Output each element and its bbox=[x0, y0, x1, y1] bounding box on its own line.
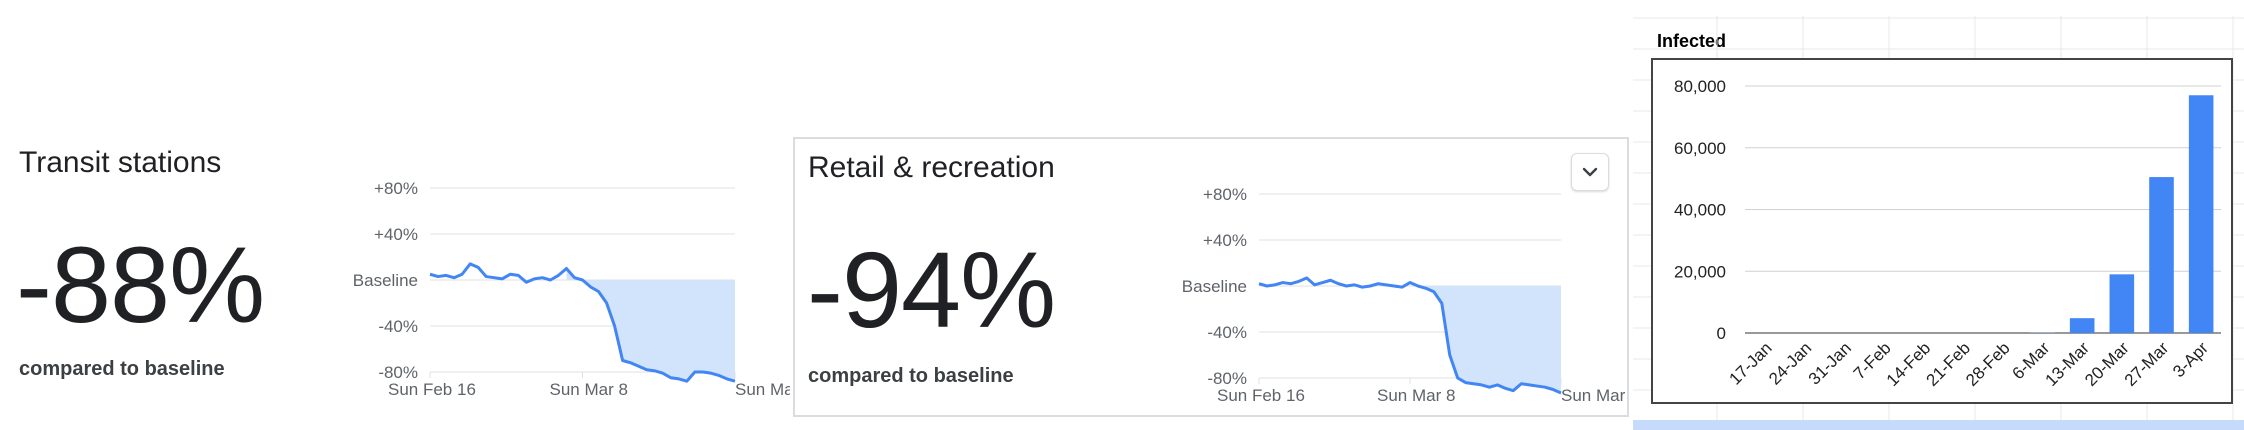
y-tick-label: 0 bbox=[1717, 324, 1726, 343]
x-tick-label: Sun Feb 16 bbox=[388, 380, 476, 399]
sheet-header-infected: Infected bbox=[1657, 31, 1726, 51]
retail-recreation-panel: Retail & recreation -94% compared to bas… bbox=[793, 137, 1629, 417]
y-tick-label: 80,000 bbox=[1674, 77, 1726, 96]
infected-bar-chart: Infected 80,00060,00040,00020,000017-Jan… bbox=[1633, 16, 2244, 430]
bar bbox=[2109, 274, 2135, 333]
y-tick-label: -40% bbox=[1207, 323, 1247, 342]
x-tick-label: Sun Mar 8 bbox=[1377, 386, 1455, 405]
y-tick-label: +80% bbox=[1203, 185, 1247, 204]
selection-band bbox=[1633, 420, 2244, 430]
y-tick-label: 40,000 bbox=[1674, 201, 1726, 220]
y-tick-label: 60,000 bbox=[1674, 139, 1726, 158]
y-tick-label: Baseline bbox=[1182, 277, 1247, 296]
below-baseline-area bbox=[566, 268, 735, 382]
transit-stations-panel: Transit stations -88% compared to baseli… bbox=[0, 0, 790, 430]
transit-line-chart: +80%+40%Baseline-40%-80%Sun Feb 16 Sun Ma… bbox=[353, 179, 790, 399]
y-tick-label: +80% bbox=[374, 179, 418, 198]
bar bbox=[2069, 318, 2095, 333]
retail-line-chart: +80%+40%Baseline-40%-80%Sun Feb 16 Sun Ma… bbox=[1182, 185, 1629, 405]
y-tick-label: 20,000 bbox=[1674, 262, 1726, 281]
x-tick-label: Sun Mar 29 bbox=[735, 380, 790, 399]
y-tick-label: +40% bbox=[1203, 231, 1247, 250]
y-tick-label: -40% bbox=[378, 317, 418, 336]
y-tick-label: +40% bbox=[374, 225, 418, 244]
x-tick-label: Sun Feb 16 bbox=[1217, 386, 1305, 405]
infected-chart-panel: Infected 80,000 60,000 40,000 20,000 0 17-Jan… bbox=[1633, 16, 2244, 430]
x-tick-label: Sun Mar 29 bbox=[1561, 386, 1629, 405]
bar bbox=[2188, 95, 2214, 333]
y-tick-label: Baseline bbox=[353, 271, 418, 290]
x-tick-label: Sun Mar 8 bbox=[550, 380, 628, 399]
bar bbox=[2149, 177, 2174, 333]
